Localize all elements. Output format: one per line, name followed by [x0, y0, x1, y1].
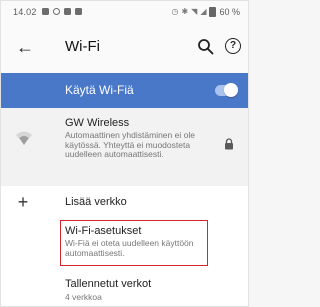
wifi-settings-row[interactable]: Wi-Fi-asetukset Wi-Fiä ei oteta uudellee…: [1, 220, 248, 266]
help-icon[interactable]: ?: [225, 38, 241, 54]
saved-networks-count: 4 verkkoa: [65, 292, 102, 302]
app-bar: ← Wi-Fi ?: [1, 23, 248, 73]
gallery-icon: [42, 8, 49, 15]
alarm-icon: ◷: [171, 7, 179, 16]
signal-icon: ◢: [200, 7, 207, 16]
page-title: Wi-Fi: [65, 38, 100, 55]
notification-icons: [42, 8, 82, 16]
saved-networks-row[interactable]: Tallennetut verkot 4 verkkoa: [1, 266, 248, 306]
wifi-settings-screen: 14.02 ◷ ✱ ◥ ◢ 60 % ← Wi-Fi ? Käytä Wi-Fi…: [0, 0, 249, 307]
add-network-label: Lisää verkko: [65, 196, 127, 208]
wifi-signal-icon: [16, 131, 32, 145]
search-icon[interactable]: [197, 38, 215, 56]
back-arrow-icon[interactable]: ←: [15, 37, 35, 57]
status-right-icons: ◷ ✱ ◥ ◢ 60 %: [171, 1, 240, 23]
saved-networks-title: Tallennetut verkot: [65, 278, 152, 290]
wifi-toggle-label: Käytä Wi-Fiä: [65, 83, 134, 97]
toggle-knob: [224, 83, 238, 97]
network-description: Automaattinen yhdistäminen ei ole käytös…: [65, 130, 195, 159]
status-time: 14.02: [13, 7, 37, 17]
sync-icon: [53, 8, 60, 15]
plus-icon: +: [17, 192, 29, 212]
battery-icon: [209, 7, 217, 17]
network-name: GW Wireless: [65, 117, 130, 129]
wifi-status-icon: ◥: [191, 7, 198, 16]
wifi-toggle-row[interactable]: Käytä Wi-Fiä: [1, 73, 248, 108]
network-item[interactable]: GW Wireless Automaattinen yhdistäminen e…: [1, 108, 248, 186]
image-icon: [64, 8, 71, 15]
wifi-toggle-switch[interactable]: [215, 83, 238, 97]
wifi-settings-description: Wi-Fiä ei oteta uudelleen käyttöön autom…: [65, 238, 194, 258]
lock-screen-icon: [75, 8, 82, 15]
battery-level: 60 %: [219, 7, 240, 17]
wifi-settings-title: Wi-Fi-asetukset: [65, 225, 142, 237]
add-network-row[interactable]: + Lisää verkko: [1, 186, 248, 220]
bluetooth-icon: ✱: [181, 7, 189, 16]
lock-icon: [225, 138, 233, 150]
status-bar: 14.02 ◷ ✱ ◥ ◢ 60 %: [1, 1, 248, 23]
